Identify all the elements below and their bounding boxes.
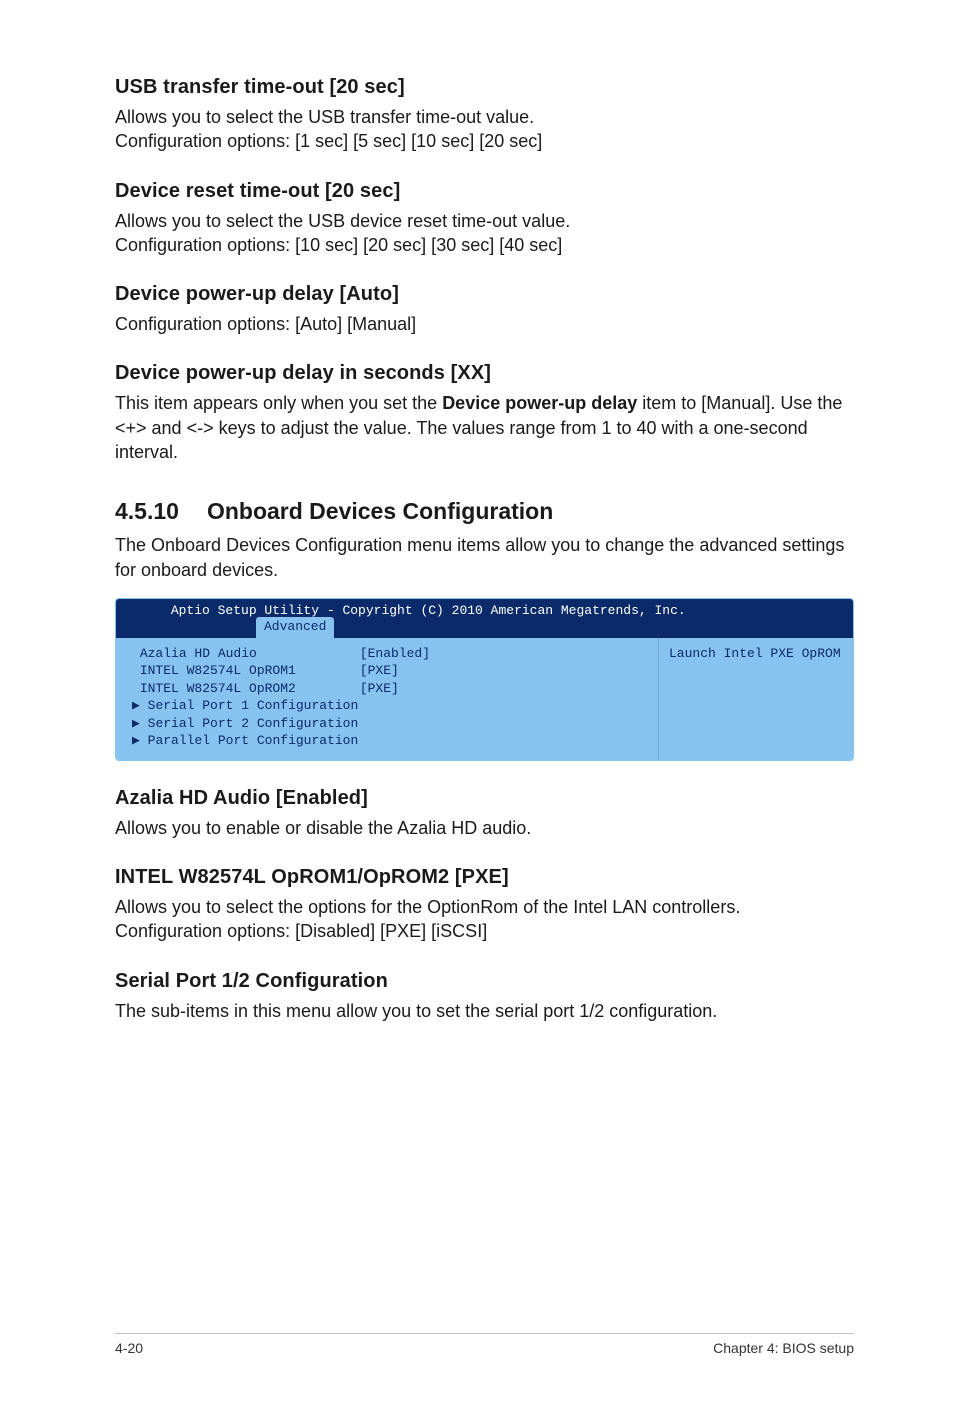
bios-sub-row: ▶ Parallel Port Configuration — [132, 732, 648, 750]
footer-chapter: Chapter 4: BIOS setup — [713, 1340, 854, 1356]
text-power-up-seconds-a: This item appears only when you set the — [115, 393, 442, 413]
bios-sub-label: Parallel Port Configuration — [148, 733, 359, 748]
text-onboard-desc: The Onboard Devices Configuration menu i… — [115, 533, 854, 582]
text-device-reset-1: Allows you to select the USB device rese… — [115, 209, 854, 233]
text-intel-oprom-1: Allows you to select the options for the… — [115, 895, 854, 919]
heading-power-up: Device power-up delay [Auto] — [115, 283, 854, 306]
text-serial-port: The sub-items in this menu allow you to … — [115, 999, 854, 1023]
heading-onboard-number: 4.5.10 — [115, 498, 179, 525]
bios-sub-label: Serial Port 1 Configuration — [148, 698, 359, 713]
text-power-up-seconds: This item appears only when you set the … — [115, 391, 854, 464]
text-power-up-seconds-bold: Device power-up delay — [442, 393, 637, 413]
bios-tab-row: Advanced — [116, 620, 853, 638]
bios-row-label: Azalia HD Audio — [140, 645, 360, 663]
heading-azalia: Azalia HD Audio [Enabled] — [115, 787, 854, 810]
bios-body: Azalia HD Audio[Enabled] INTEL W82574L O… — [116, 638, 853, 760]
text-usb-transfer-1: Allows you to select the USB transfer ti… — [115, 105, 854, 129]
triangle-icon: ▶ — [132, 716, 148, 731]
bios-screenshot: Aptio Setup Utility - Copyright (C) 2010… — [115, 598, 854, 761]
page-footer: 4-20 Chapter 4: BIOS setup — [0, 1333, 954, 1356]
footer-divider — [115, 1333, 854, 1334]
bios-title-text: Aptio Setup Utility - Copyright (C) 2010… — [171, 603, 686, 618]
bios-row: Azalia HD Audio[Enabled] — [132, 645, 648, 663]
footer-page-number: 4-20 — [115, 1340, 143, 1356]
bios-left-panel: Azalia HD Audio[Enabled] INTEL W82574L O… — [116, 638, 658, 760]
triangle-icon: ▶ — [132, 733, 148, 748]
bios-row-value: [PXE] — [360, 663, 399, 678]
heading-serial-port: Serial Port 1/2 Configuration — [115, 970, 854, 993]
bios-row-value: [Enabled] — [360, 646, 430, 661]
bios-right-panel: Launch Intel PXE OpROM — [658, 638, 853, 760]
bios-sub-row: ▶ Serial Port 1 Configuration — [132, 697, 648, 715]
heading-device-reset: Device reset time-out [20 sec] — [115, 180, 854, 203]
heading-onboard-devices: 4.5.10 Onboard Devices Configuration — [115, 498, 854, 525]
text-power-up-1: Configuration options: [Auto] [Manual] — [115, 312, 854, 336]
bios-tab-advanced: Advanced — [256, 617, 334, 638]
heading-onboard-title: Onboard Devices Configuration — [207, 498, 553, 524]
text-azalia: Allows you to enable or disable the Azal… — [115, 816, 854, 840]
heading-intel-oprom: INTEL W82574L OpROM1/OpROM2 [PXE] — [115, 866, 854, 889]
bios-sub-row: ▶ Serial Port 2 Configuration — [132, 715, 648, 733]
bios-row-value: [PXE] — [360, 681, 399, 696]
bios-row-label: INTEL W82574L OpROM1 — [140, 662, 360, 680]
bios-row: INTEL W82574L OpROM2[PXE] — [132, 680, 648, 698]
bios-row-label: INTEL W82574L OpROM2 — [140, 680, 360, 698]
text-device-reset-2: Configuration options: [10 sec] [20 sec]… — [115, 233, 854, 257]
text-intel-oprom-2: Configuration options: [Disabled] [PXE] … — [115, 919, 854, 943]
heading-usb-transfer: USB transfer time-out [20 sec] — [115, 76, 854, 99]
bios-title: Aptio Setup Utility - Copyright (C) 2010… — [116, 599, 853, 620]
triangle-icon: ▶ — [132, 698, 148, 713]
bios-row: INTEL W82574L OpROM1[PXE] — [132, 662, 648, 680]
heading-power-up-seconds: Device power-up delay in seconds [XX] — [115, 362, 854, 385]
text-usb-transfer-2: Configuration options: [1 sec] [5 sec] [… — [115, 129, 854, 153]
bios-sub-label: Serial Port 2 Configuration — [148, 716, 359, 731]
